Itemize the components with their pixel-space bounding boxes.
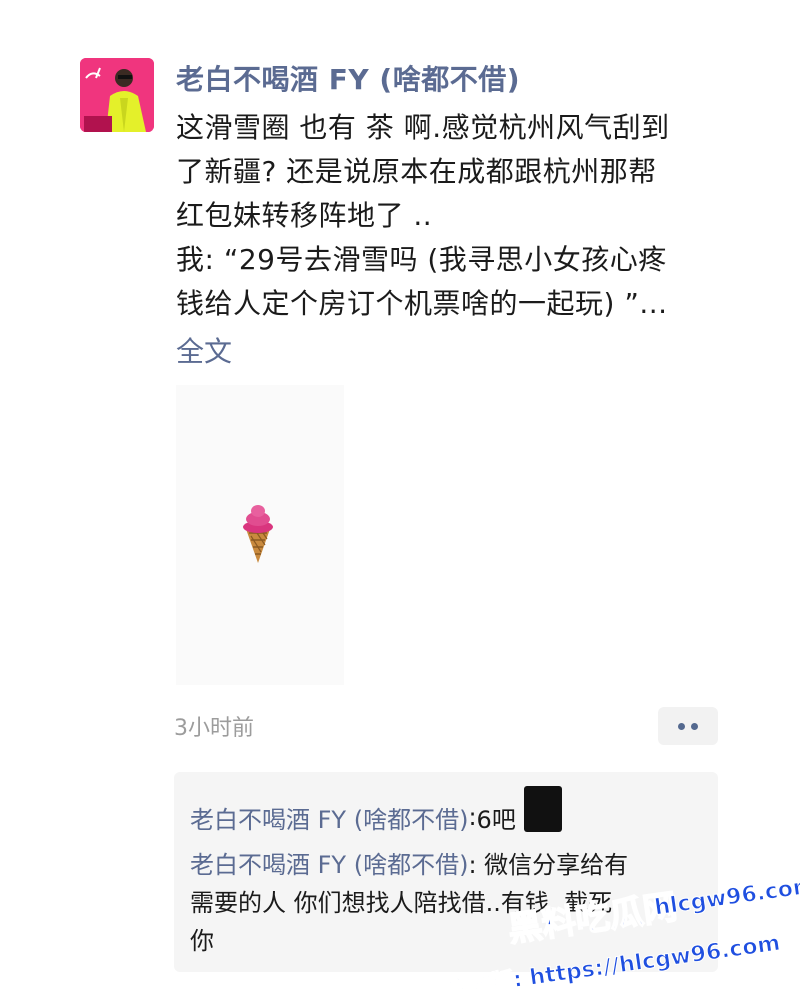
post-body-line: 我: “29号去滑雪吗 (我寻思小女孩心疼: [176, 243, 667, 276]
comment-author[interactable]: 老白不喝酒 FY (啥都不借): [190, 851, 468, 879]
post-timestamp: 3小时前: [174, 716, 254, 741]
comment-separator: :: [468, 803, 477, 831]
post-body: 这滑雪圈 也有 茶 啊.感觉杭州风气刮到 了新疆? 还是说原本在成都跟杭州那帮 …: [176, 106, 736, 326]
post-body-line: 红包妹转移阵地了 ..: [176, 199, 433, 232]
comment-text-line: 需要的人 你们想找人陪找借..有钱..截死: [190, 889, 613, 917]
more-actions-button[interactable]: [658, 707, 718, 745]
post-media[interactable]: [176, 385, 344, 685]
moments-post: 老白不喝酒 FY (啥都不借) 这滑雪圈 也有 茶 啊.感觉杭州风气刮到 了新疆…: [0, 0, 800, 1000]
ice-cream-icon: [243, 505, 273, 563]
comment-item[interactable]: 老白不喝酒 FY (啥都不借): 6吧: [190, 786, 562, 840]
post-body-line: 了新疆? 还是说原本在成都跟杭州那帮: [176, 155, 657, 188]
comment-item[interactable]: 老白不喝酒 FY (啥都不借): 微信分享给有 需要的人 你们想找人陪找借..有…: [190, 846, 702, 960]
comments-panel: 老白不喝酒 FY (啥都不借): 6吧 老白不喝酒 FY (啥都不借): 微信分…: [174, 772, 718, 972]
more-dots-icon: [678, 723, 685, 730]
image-thumbnail-icon[interactable]: [523, 786, 562, 832]
comment-separator: :: [468, 851, 477, 879]
comment-text: 6吧: [476, 805, 516, 834]
comment-text: 微信分享给有: [476, 851, 629, 879]
full-text-link[interactable]: 全文: [176, 330, 232, 370]
post-body-line: 这滑雪圈 也有 茶 啊.感觉杭州风气刮到: [176, 111, 670, 144]
more-dots-icon: [691, 723, 698, 730]
avatar-photo-icon: [80, 58, 154, 132]
comment-author[interactable]: 老白不喝酒 FY (啥都不借): [190, 800, 468, 835]
post-author-name[interactable]: 老白不喝酒 FY (啥都不借): [176, 58, 520, 98]
avatar[interactable]: [80, 58, 154, 132]
comment-text-line: 你: [190, 927, 214, 955]
post-body-line: 钱给人定个房订个机票啥的一起玩) ”...: [176, 287, 668, 320]
